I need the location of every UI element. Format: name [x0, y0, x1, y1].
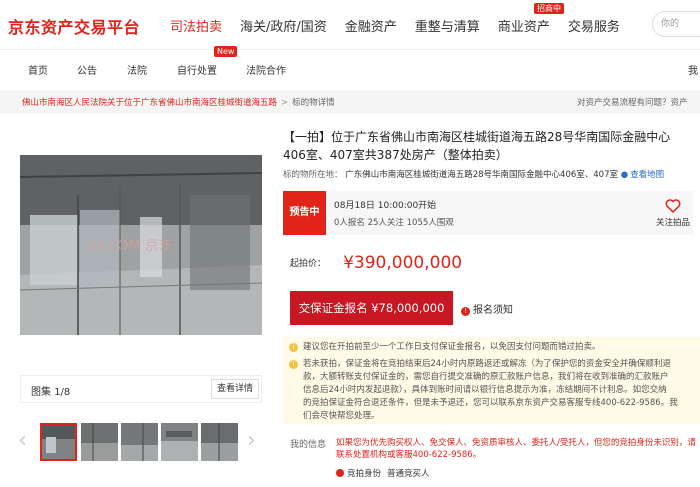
breadcrumb: 佛山市南海区人民法院关于位于广东省佛山市南海区桂城街道海五路 > 标的物详情: [22, 96, 335, 108]
pay-deposit-register-button[interactable]: 交保证金报名 ¥78,000,000: [290, 291, 453, 325]
auction-stats: 0人报名 25人关注 1055人围观: [334, 218, 454, 228]
price-value: ¥390,000,000: [343, 252, 463, 273]
registration-notice-label: 报名须知: [473, 305, 513, 316]
chevron-right-icon[interactable]: ›: [247, 428, 256, 454]
tip-line: 的竞拍保证金符合退还条件，但是未予退还，您可以联系京东资产交易客服专线400-6…: [303, 398, 678, 408]
nav-trade-services[interactable]: 交易服务: [568, 16, 620, 35]
user-identity-icon: [336, 469, 344, 477]
chevron-left-icon[interactable]: ‹: [18, 428, 27, 454]
thumbnail-4[interactable]: [161, 423, 198, 461]
breadcrumb-bar: 佛山市南海区人民法院关于位于广东省佛山市南海区桂城街道海五路 > 标的物详情 对资产…: [0, 90, 700, 114]
breadcrumb-separator: >: [281, 98, 289, 108]
subnav-court-cooperation[interactable]: 法院合作: [246, 62, 286, 77]
thumbnail-3[interactable]: [121, 423, 158, 461]
thumbnail-strip: ‹ ›: [18, 420, 266, 464]
subnav-announcements[interactable]: 公告: [77, 62, 97, 77]
price-label: 起拍价：: [290, 259, 327, 269]
auction-status-bar: 预告中 08月18日 10:00:00开始 0人报名 25人关注 1055人围观…: [283, 191, 693, 235]
thumbnail-5[interactable]: [201, 423, 238, 461]
main-property-photo[interactable]: JD.COM 京东: [20, 155, 262, 335]
follow-item-button[interactable]: 关注拍品: [652, 199, 694, 228]
tip-icon: i: [289, 360, 298, 369]
tip-line: 若未获拍，保证金将在竞拍结束后24小时内原路返还或解冻（为了保护您的资金安全并确…: [303, 359, 671, 369]
nav-financial-assets[interactable]: 金融资产: [345, 16, 397, 35]
subnav-home[interactable]: 首页: [28, 62, 48, 77]
new-badge: New: [214, 46, 238, 57]
thumbnail-1[interactable]: [40, 423, 77, 461]
tip-line: 款，大额转账支付保证金的，需您自行提交准确的原汇款账户信息，我们将在收到准确的汇…: [303, 372, 669, 382]
my-info-line: 如果您为优先购买权人、免交保人、免资质审核人、委托人/受托人，但您的竞拍身份未识…: [336, 438, 696, 448]
deposit-tips: i 建议您在开拍前至少一个工作日支付保证金报名，以免因支付问题而错过拍卖。 i …: [283, 337, 700, 424]
subnav-self-disposal[interactable]: 自行处置: [177, 62, 217, 77]
tip-icon: i: [289, 343, 298, 352]
gallery-footer-actions: 查看详情: [20, 375, 262, 403]
my-info-message: 如果您为优先购买权人、免交保人、免资质审核人、委托人/受托人，但您的竞拍身份未识…: [336, 437, 696, 461]
sub-navigation: 首页 公告 法院 自行处置 法院合作: [0, 50, 700, 87]
location-pin-icon: ●: [620, 170, 629, 180]
listing-location: 标的物所在地： 广东佛山市南海区桂城街道海五路28号华南国际金融中心406室、4…: [283, 168, 664, 180]
thumbnail-2[interactable]: [81, 423, 118, 461]
location-address: 广东佛山市南海区桂城街道海五路28号华南国际金融中心406室、407室: [345, 170, 618, 180]
follow-item-label: 关注拍品: [655, 218, 690, 228]
my-info-line: 联系处置机构或客服400-622-9586。: [336, 450, 482, 460]
view-map-link[interactable]: 查看地图: [630, 170, 664, 180]
breadcrumb-current: 标的物详情: [292, 98, 335, 108]
bidder-identity: 竞拍身份 普通竞买人: [336, 467, 430, 479]
info-icon: !: [461, 307, 470, 316]
photo-watermark: JD.COM 京东: [87, 238, 173, 254]
process-help-link[interactable]: 对资产交易流程有问题？资产: [577, 96, 688, 108]
view-details-button[interactable]: 查看详情: [211, 379, 259, 399]
top-navigation: 京东资产交易平台 司法拍卖 海关/政府/国资 金融资产 重整与清算 商业资产 交…: [0, 0, 700, 50]
site-logo[interactable]: 京东资产交易平台: [8, 14, 140, 38]
start-time: 08月18日 10:00:00开始: [334, 201, 437, 211]
tip-line: 信息后24小时内发起退款），具体到账时间请以银行信息提示为准，冻结期间不计利息。…: [303, 385, 667, 395]
identity-value: 普通竞买人: [387, 469, 430, 479]
registration-notice-link[interactable]: ! 报名须知: [461, 301, 513, 316]
tip-line: 们会尽快帮您处理。: [303, 411, 380, 421]
main-nav: 司法拍卖 海关/政府/国资 金融资产 重整与清算 商业资产 交易服务: [170, 16, 620, 35]
nav-commercial-assets[interactable]: 商业资产: [498, 16, 550, 35]
listing-title: 【一拍】位于广东省佛山市南海区桂城街道海五路28号华南国际金融中心406室、40…: [283, 130, 671, 162]
nav-customs-government[interactable]: 海关/政府/国资: [240, 16, 327, 35]
breadcrumb-court-link[interactable]: 佛山市南海区人民法院关于位于广东省佛山市南海区桂城街道海五路: [22, 98, 277, 108]
location-label: 标的物所在地：: [283, 170, 343, 180]
status-badge: 预告中: [283, 191, 326, 235]
identity-label: 竞拍身份: [347, 469, 382, 479]
tip-line: 建议您在开拍前至少一个工作日支付保证金报名，以免因支付问题而错过拍卖。: [303, 342, 601, 352]
search-input[interactable]: 你的: [652, 11, 700, 37]
my-info-label: 我的信息: [290, 440, 327, 450]
user-menu[interactable]: 我: [688, 62, 698, 77]
hot-badge: 招商中: [534, 3, 564, 14]
nav-judicial-auction[interactable]: 司法拍卖: [170, 16, 222, 35]
heart-plus-icon: [652, 199, 694, 216]
nav-restructuring[interactable]: 重整与清算: [415, 16, 480, 35]
subnav-courts[interactable]: 法院: [127, 62, 147, 77]
starting-price: 起拍价： ¥390,000,000: [290, 252, 462, 273]
